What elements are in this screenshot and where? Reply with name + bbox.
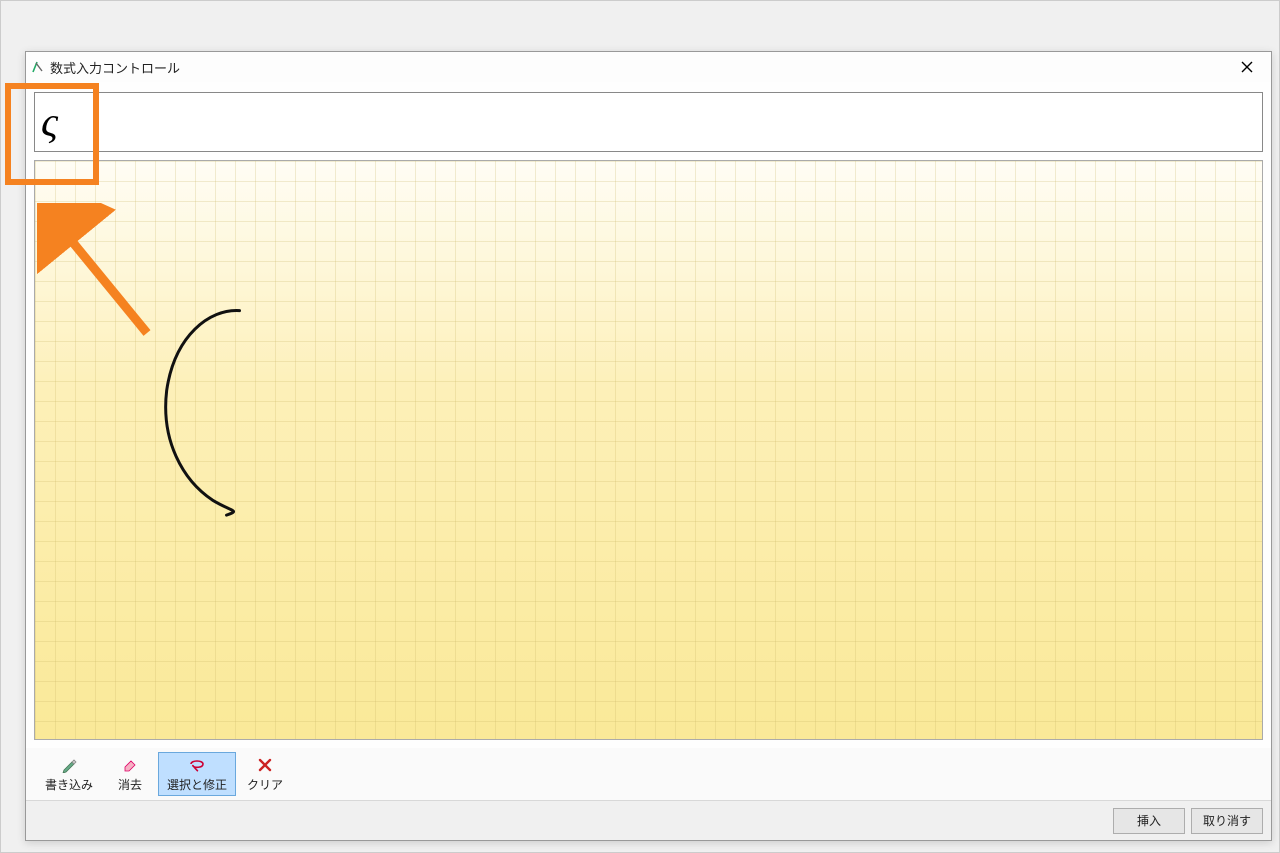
math-input-dialog: 数式入力コントロール ς: [25, 51, 1272, 841]
math-input-icon: [30, 59, 46, 75]
close-button[interactable]: [1227, 53, 1267, 81]
window-title: 数式入力コントロール: [50, 58, 1227, 77]
write-button[interactable]: 書き込み: [36, 752, 102, 796]
lasso-icon: [188, 756, 206, 774]
close-icon: [1241, 61, 1253, 73]
erase-button[interactable]: 消去: [104, 752, 156, 796]
cancel-button[interactable]: 取り消す: [1191, 808, 1263, 834]
outer-frame: 数式入力コントロール ς: [0, 0, 1280, 853]
write-label: 書き込み: [45, 776, 93, 793]
recognized-character: ς: [41, 98, 58, 147]
select-correct-label: 選択と修正: [167, 776, 227, 793]
titlebar: 数式入力コントロール: [26, 52, 1271, 82]
formula-preview: ς: [34, 92, 1263, 152]
eraser-icon: [121, 756, 139, 774]
delete-icon: [256, 756, 274, 774]
toolbar: 書き込み 消去 選択と修正: [26, 748, 1271, 800]
footer: 挿入 取り消す: [26, 800, 1271, 840]
clear-button[interactable]: クリア: [238, 752, 292, 796]
pen-icon: [60, 756, 78, 774]
clear-label: クリア: [247, 776, 283, 793]
insert-button[interactable]: 挿入: [1113, 808, 1185, 834]
erase-label: 消去: [118, 776, 142, 793]
insert-label: 挿入: [1137, 812, 1161, 829]
ink-stroke: [35, 161, 1262, 740]
handwriting-canvas[interactable]: [34, 160, 1263, 740]
select-correct-button[interactable]: 選択と修正: [158, 752, 236, 796]
cancel-label: 取り消す: [1203, 812, 1251, 829]
